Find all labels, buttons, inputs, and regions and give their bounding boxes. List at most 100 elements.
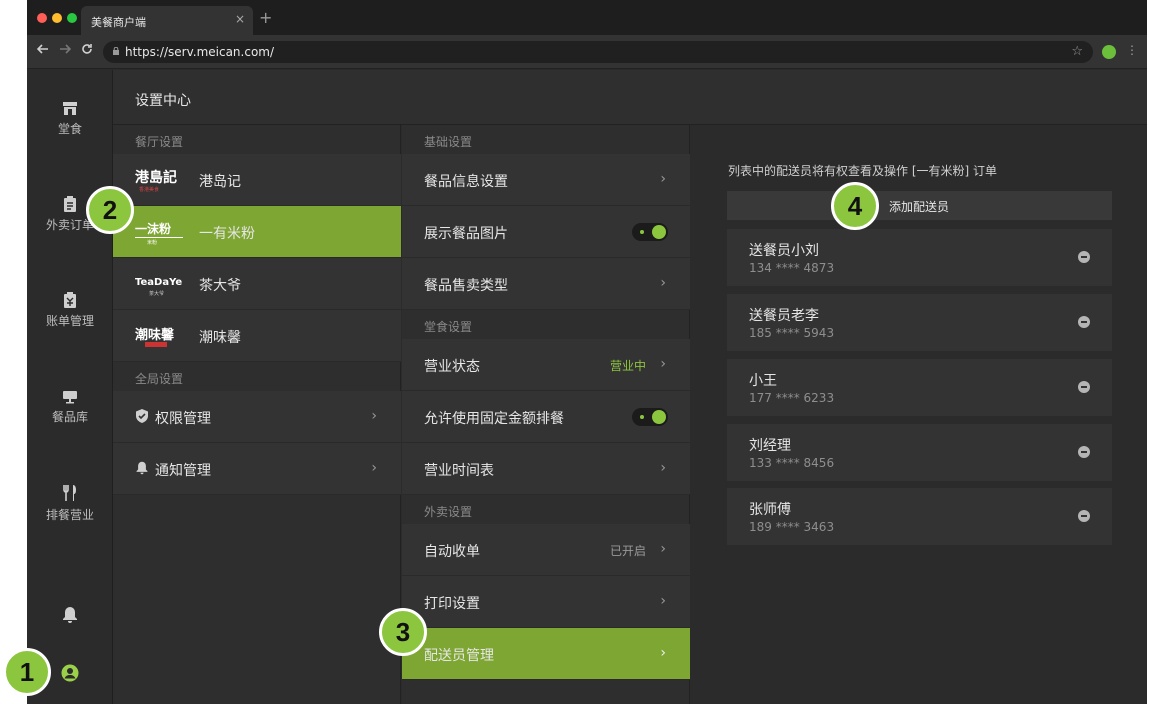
remove-courier-icon[interactable] <box>1078 381 1090 393</box>
fixed-amount-scheduling-toggle[interactable] <box>632 408 668 426</box>
restaurant-item-gangdaoji[interactable]: 港島記 香港美食 港岛记 <box>113 154 401 206</box>
row-label: 营业状态 <box>424 359 480 375</box>
new-tab-button[interactable]: + <box>259 8 272 27</box>
courier-phone: 189 **** 3463 <box>749 520 835 534</box>
courier-item: 送餐员老李 185 **** 5943 <box>727 294 1112 351</box>
section-label-global: 全局设置 <box>135 372 184 386</box>
permission-management-label: 权限管理 <box>155 411 211 427</box>
section-label-restaurants: 餐厅设置 <box>135 135 184 149</box>
bookmark-star-icon[interactable]: ☆ <box>1071 44 1083 59</box>
close-tab-icon[interactable]: × <box>235 12 245 26</box>
section-label-takeout: 外卖设置 <box>424 505 473 519</box>
courier-phone: 177 **** 6233 <box>749 391 835 405</box>
browser-menu-icon[interactable]: ⋮ <box>1126 43 1138 57</box>
business-hours-row[interactable]: 营业时间表 › <box>402 443 690 495</box>
notification-management-label: 通知管理 <box>155 463 211 479</box>
chevron-right-icon: › <box>660 171 666 187</box>
lock-icon <box>113 47 119 55</box>
remove-courier-icon[interactable] <box>1078 251 1090 263</box>
minimize-window-button[interactable] <box>52 13 62 23</box>
row-label: 配送员管理 <box>424 648 494 664</box>
row-label: 餐品售卖类型 <box>424 278 508 294</box>
nav-label-bills: 账单管理 <box>45 314 94 328</box>
nav-label-dinein: 堂食 <box>57 122 82 136</box>
user-icon <box>61 664 79 682</box>
browser-window: 美餐商户端 × + https://serv.meican.com/ ☆ ⋮ 堂… <box>27 0 1147 704</box>
add-courier-button[interactable]: 添加配送员 <box>727 191 1112 220</box>
restaurant-item-yiyoumifen[interactable]: 一沫粉 米粉 一有米粉 <box>113 206 401 258</box>
auto-accept-orders-row[interactable]: 自动收单 已开启 › <box>402 524 690 576</box>
chevron-right-icon: › <box>660 460 666 476</box>
courier-name: 送餐员老李 <box>749 308 819 324</box>
page-header: 设置中心 <box>113 70 1147 125</box>
profile-avatar[interactable] <box>1102 45 1116 59</box>
nav-item-bills[interactable]: 账单管理 <box>27 292 113 329</box>
nav-item-dinein[interactable]: 堂食 <box>27 100 113 137</box>
courier-permission-note: 列表中的配送员将有权查看及操作 [一有米粉] 订单 <box>728 164 997 178</box>
back-arrow-icon[interactable] <box>36 43 49 59</box>
svg-text:茶大爷: 茶大爷 <box>149 290 164 297</box>
chaoweixin-logo: 潮味馨 <box>135 327 175 347</box>
app-area: 堂食 外卖订单 账单管理 餐品库 排餐营业 设置中心 餐厅设置 港島記 香港美食… <box>27 70 1147 704</box>
print-settings-row[interactable]: 打印设置 › <box>402 576 690 628</box>
dish-info-settings-row[interactable]: 餐品信息设置 › <box>402 154 690 206</box>
permission-management-row[interactable]: 权限管理 › <box>113 391 401 443</box>
browser-tab[interactable]: 美餐商户端 × <box>81 6 253 35</box>
restaurant-item-chaoweixin[interactable]: 潮味馨 潮味馨 <box>113 310 401 362</box>
chevron-right-icon: › <box>660 541 666 557</box>
remove-courier-icon[interactable] <box>1078 316 1090 328</box>
nav-label-menu-library: 餐品库 <box>51 410 88 424</box>
row-label: 允许使用固定金额排餐 <box>424 411 564 427</box>
reload-icon[interactable] <box>81 43 93 59</box>
notification-management-row[interactable]: 通知管理 › <box>113 443 401 495</box>
url-text: https://serv.meican.com/ <box>125 45 275 59</box>
url-field[interactable]: https://serv.meican.com/ ☆ <box>103 41 1093 63</box>
svg-text:港島記: 港島記 <box>135 169 177 186</box>
nav-item-menu-library[interactable]: 餐品库 <box>27 388 113 425</box>
svg-text:一沫粉: 一沫粉 <box>135 221 171 236</box>
fixed-amount-scheduling-row: 允许使用固定金额排餐 <box>402 391 690 443</box>
courier-item: 张师傅 189 **** 3463 <box>727 488 1112 545</box>
dish-sale-type-row[interactable]: 餐品售卖类型 › <box>402 258 690 310</box>
restaurant-item-chadaye[interactable]: TeaDaYe 茶大爷 茶大爷 <box>113 258 401 310</box>
remove-courier-icon[interactable] <box>1078 510 1090 522</box>
show-dish-images-toggle[interactable] <box>632 223 668 241</box>
notifications-button[interactable] <box>27 606 113 624</box>
svg-text:香港美食: 香港美食 <box>139 186 159 193</box>
courier-item: 小王 177 **** 6233 <box>727 359 1112 416</box>
restaurant-name: 港岛记 <box>199 174 241 190</box>
storefront-icon <box>63 102 77 115</box>
business-status-row[interactable]: 营业状态 营业中 › <box>402 339 690 391</box>
courier-item: 刘经理 133 **** 8456 <box>727 424 1112 481</box>
restaurant-name: 茶大爷 <box>199 278 241 294</box>
chevron-right-icon: › <box>660 645 666 661</box>
courier-item: 送餐员小刘 134 **** 4873 <box>727 229 1112 286</box>
chevron-right-icon: › <box>371 460 377 476</box>
courier-name: 刘经理 <box>749 438 791 454</box>
main-nav-rail: 堂食 外卖订单 账单管理 餐品库 排餐营业 <box>27 70 113 704</box>
close-window-button[interactable] <box>37 13 47 23</box>
address-bar: https://serv.meican.com/ ☆ ⋮ <box>27 35 1147 69</box>
clipboard-icon <box>64 196 76 212</box>
courier-name: 张师傅 <box>749 502 791 518</box>
courier-management-row[interactable]: 配送员管理 › <box>402 628 690 680</box>
auto-accept-value: 已开启 <box>609 544 646 558</box>
svg-text:潮味馨: 潮味馨 <box>135 327 175 343</box>
nav-item-scheduling[interactable]: 排餐营业 <box>27 484 113 523</box>
business-status-value: 营业中 <box>609 359 646 373</box>
courier-phone: 134 **** 4873 <box>749 261 835 275</box>
section-label-dinein: 堂食设置 <box>424 320 473 334</box>
teadaye-logo: TeaDaYe 茶大爷 <box>135 277 182 297</box>
row-label: 展示餐品图片 <box>424 226 508 242</box>
bill-icon <box>64 292 76 308</box>
forward-arrow-icon[interactable] <box>59 43 72 59</box>
step-badge-4: 4 <box>831 182 879 230</box>
courier-name: 小王 <box>749 373 777 389</box>
gangdaoji-logo: 港島記 香港美食 <box>135 169 177 193</box>
step-badge-2: 2 <box>86 186 134 234</box>
maximize-window-button[interactable] <box>67 13 77 23</box>
remove-courier-icon[interactable] <box>1078 446 1090 458</box>
row-label: 打印设置 <box>424 596 480 612</box>
restaurant-name: 潮味馨 <box>199 330 241 346</box>
page-title: 设置中心 <box>135 93 191 109</box>
